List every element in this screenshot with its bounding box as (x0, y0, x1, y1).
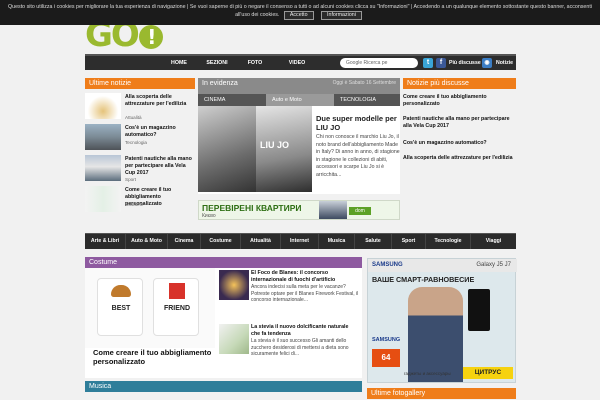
news-category: Sport (125, 177, 136, 182)
category-nav: Arte & Libri Auto & Moto Cinema Costume … (85, 233, 516, 249)
fireworks-thumb[interactable] (219, 270, 249, 300)
category-sport[interactable]: Sport (392, 234, 426, 249)
cookie-info-button[interactable]: Informazioni (321, 11, 362, 20)
cookie-text-2: all'uso dei cookies. (235, 12, 280, 18)
photogallery-header: Ultime fotogallery (367, 388, 516, 399)
nav-foto[interactable]: FOTO (239, 56, 271, 70)
logo-exclamation-icon: ! (138, 25, 163, 49)
ad-price: 64 (372, 349, 400, 367)
most-discussed-header: Notizie più discusse (403, 78, 516, 89)
latest-news-header: Ultime notizie (85, 78, 195, 89)
costume-main-title[interactable]: Come creare il tuo abbigliamento persona… (93, 348, 213, 366)
news-thumb (85, 155, 121, 181)
ad-store: ЦИТРУС (463, 367, 513, 379)
news-link[interactable]: Notizie (496, 56, 513, 70)
tab-tecnologia[interactable]: TECNOLOGIA (334, 94, 400, 106)
category-salute[interactable]: Salute (355, 234, 392, 249)
facebook-icon[interactable]: f (436, 58, 446, 68)
date-label: Oggi è Sabato 16 Settembre (332, 80, 396, 86)
category-viaggi[interactable]: Viaggi (471, 234, 516, 249)
ad-model: Galaxy J5 J7 (476, 262, 511, 268)
list-item[interactable]: El Foco de Blanes: il concorso internazi… (251, 270, 359, 304)
featured-image-right[interactable]: LIU JO (256, 106, 312, 192)
costume-header: Costume (85, 257, 362, 268)
ad-phone-image (468, 289, 490, 331)
banner-city: Києво (202, 213, 216, 219)
category-tecnologie[interactable]: Tecnologie (426, 234, 471, 249)
featured-headline[interactable]: Due super modelle per LIU JO (316, 114, 400, 132)
list-item[interactable]: Alla scoperta delle attrezzature per l'e… (85, 93, 195, 122)
stevia-thumb[interactable] (219, 324, 249, 354)
news-thumb (85, 124, 121, 150)
news-category: Costume (125, 202, 144, 207)
costume-image[interactable]: BEST FRIEND (85, 268, 215, 348)
news-category: Tecnologia (125, 140, 147, 145)
search-input[interactable]: Google Ricerca pe (340, 58, 418, 68)
site-logo[interactable]: GO! (85, 25, 183, 53)
side-ad[interactable]: SAMSUNG Galaxy J5 J7 ВАШЕ СМАРТ-РАВНОВЕС… (367, 258, 517, 383)
banner-ad[interactable]: ПЕРЕВІРЕНІ КВАРТИРИ Києво dom (198, 200, 400, 220)
news-title[interactable]: Cos'è un magazzino automatico? (125, 125, 195, 139)
image-brand-label: LIU JO (260, 140, 290, 150)
news-title[interactable]: Alla scoperta delle attrezzature per l'e… (125, 94, 195, 108)
featured-image-left[interactable] (198, 106, 256, 192)
item-text: Ancora indecisi sulla meta per le vacanz… (251, 284, 359, 303)
nav-video[interactable]: VIDEO (281, 56, 313, 70)
rss-icon[interactable]: ◉ (482, 58, 492, 68)
featured-box: In evidenza Oggi è Sabato 16 Settembre C… (198, 78, 400, 194)
list-item[interactable]: Come creare il tuo abbigliamento persona… (85, 186, 195, 215)
category-musica[interactable]: Musica (319, 234, 355, 249)
costume-box: BEST FRIEND Come creare il tuo abbigliam… (85, 268, 362, 378)
ad-brand-2: SAMSUNG (372, 337, 401, 343)
ad-person-image (408, 287, 463, 382)
category-cinema[interactable]: Cinema (168, 234, 201, 249)
shirt-label: FRIEND (163, 305, 191, 312)
category-costume[interactable]: Costume (201, 234, 241, 249)
item-title[interactable]: El Foco de Blanes: il concorso internazi… (251, 270, 359, 284)
most-discussed-link[interactable]: Più discusse (449, 56, 481, 70)
nav-home[interactable]: HOME (163, 56, 195, 70)
featured-tabs: CINEMA Auto e Moto TECNOLOGIA (198, 94, 400, 106)
category-attualita[interactable]: Attualità (241, 234, 281, 249)
cookie-accept-button[interactable]: Accetto (283, 11, 314, 20)
featured-text: Chi non conosce il marchio Liu Jo, il no… (316, 134, 400, 178)
category-internet[interactable]: Internet (281, 234, 319, 249)
music-header: Musica (85, 381, 362, 392)
ad-store-tagline: гаджеты и аксессуары (404, 371, 451, 376)
news-category: Attualità (125, 115, 142, 120)
banner-brand: dom (349, 207, 371, 215)
item-text: La stevia è il suo successo Gli amanti d… (251, 338, 349, 357)
cookie-text: Questo sito utilizza i cookies per migli… (8, 4, 592, 10)
item-title[interactable]: La stevia il nuovo dolcificante naturale… (251, 324, 359, 338)
tab-auto-moto[interactable]: Auto e Moto (266, 94, 334, 106)
nav-sezioni[interactable]: SEZIONI (199, 56, 235, 70)
news-thumb (85, 186, 121, 212)
list-item[interactable]: La stevia il nuovo dolcificante naturale… (251, 324, 359, 358)
twitter-icon[interactable]: t (423, 58, 433, 68)
news-thumb (85, 93, 121, 119)
shirt-image: FRIEND (153, 278, 199, 336)
discussed-item[interactable]: Come creare il tuo abbigliamento persona… (403, 94, 516, 108)
discussed-item[interactable]: Patenti nautiche alla mano per partecipa… (403, 116, 516, 130)
shirt-image: BEST (97, 278, 143, 336)
list-item[interactable]: Cos'è un magazzino automatico? Tecnologi… (85, 124, 195, 153)
banner-person-image (319, 201, 347, 219)
logo-text: GO (85, 25, 140, 53)
tab-cinema[interactable]: CINEMA (198, 94, 266, 106)
cookie-banner: Questo sito utilizza i cookies per migli… (0, 0, 600, 25)
ad-headline: ВАШЕ СМАРТ-РАВНОВЕСИЕ (372, 275, 475, 284)
list-item[interactable]: Patenti nautiche alla mano per partecipa… (85, 155, 195, 184)
category-auto-moto[interactable]: Auto & Moto (126, 234, 168, 249)
main-nav: HOME SEZIONI FOTO VIDEO Google Ricerca p… (85, 54, 516, 70)
category-arte-libri[interactable]: Arte & Libri (85, 234, 126, 249)
shirt-label: BEST (111, 305, 131, 312)
discussed-item[interactable]: Cos'è un magazzino automatico? (403, 140, 516, 147)
banner-headline: ПЕРЕВІРЕНІ КВАРТИРИ (202, 203, 302, 213)
discussed-item[interactable]: Alla scoperta delle attrezzature per l'e… (403, 155, 516, 162)
news-title[interactable]: Patenti nautiche alla mano per partecipa… (125, 156, 195, 177)
